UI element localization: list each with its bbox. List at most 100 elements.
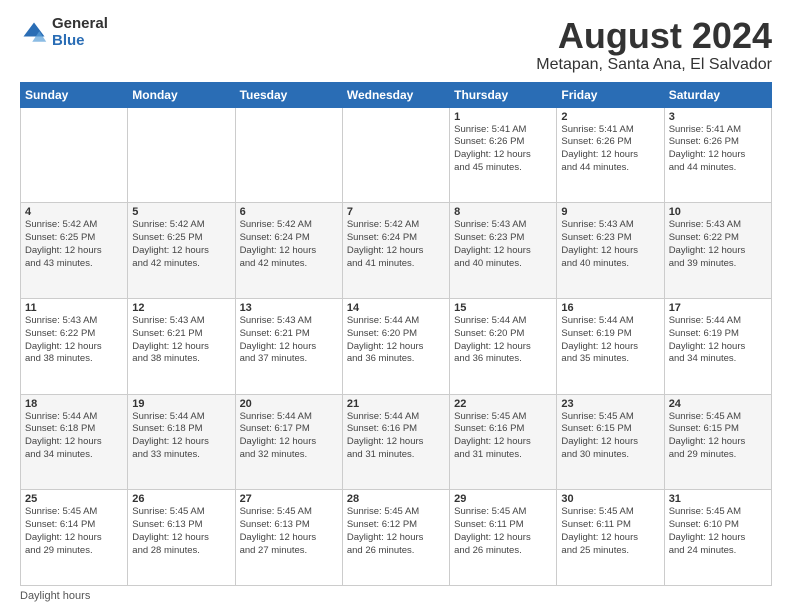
day-info: Sunrise: 5:41 AMSunset: 6:26 PMDaylight:… [561,124,659,175]
day-header-saturday: Saturday [664,82,771,107]
calendar-week-1: 1Sunrise: 5:41 AMSunset: 6:26 PMDaylight… [21,107,772,203]
calendar-cell: 5Sunrise: 5:42 AMSunset: 6:25 PMDaylight… [128,203,235,299]
day-number: 2 [561,111,659,123]
day-number: 1 [454,111,552,123]
day-number: 4 [25,206,123,218]
day-info: Sunrise: 5:42 AMSunset: 6:24 PMDaylight:… [347,219,445,270]
day-info: Sunrise: 5:42 AMSunset: 6:24 PMDaylight:… [240,219,338,270]
calendar-title: August 2024 [536,16,772,56]
day-number: 6 [240,206,338,218]
day-number: 30 [561,493,659,505]
day-number: 3 [669,111,767,123]
calendar-cell: 14Sunrise: 5:44 AMSunset: 6:20 PMDayligh… [342,298,449,394]
day-number: 17 [669,302,767,314]
calendar-cell: 13Sunrise: 5:43 AMSunset: 6:21 PMDayligh… [235,298,342,394]
day-info: Sunrise: 5:43 AMSunset: 6:23 PMDaylight:… [561,219,659,270]
day-number: 28 [347,493,445,505]
day-number: 24 [669,398,767,410]
day-number: 31 [669,493,767,505]
day-number: 21 [347,398,445,410]
logo-icon [20,19,48,47]
calendar-table: SundayMondayTuesdayWednesdayThursdayFrid… [20,82,772,586]
calendar-week-5: 25Sunrise: 5:45 AMSunset: 6:14 PMDayligh… [21,490,772,586]
calendar-cell: 19Sunrise: 5:44 AMSunset: 6:18 PMDayligh… [128,394,235,490]
calendar-cell [342,107,449,203]
day-number: 7 [347,206,445,218]
calendar-cell: 30Sunrise: 5:45 AMSunset: 6:11 PMDayligh… [557,490,664,586]
calendar-cell: 22Sunrise: 5:45 AMSunset: 6:16 PMDayligh… [450,394,557,490]
day-header-wednesday: Wednesday [342,82,449,107]
day-info: Sunrise: 5:44 AMSunset: 6:18 PMDaylight:… [25,411,123,462]
day-info: Sunrise: 5:42 AMSunset: 6:25 PMDaylight:… [132,219,230,270]
footer-note: Daylight hours [20,590,772,602]
day-header-thursday: Thursday [450,82,557,107]
calendar-cell [21,107,128,203]
page: General Blue August 2024 Metapan, Santa … [0,0,792,612]
day-info: Sunrise: 5:44 AMSunset: 6:19 PMDaylight:… [669,315,767,366]
day-number: 9 [561,206,659,218]
calendar-header-row: SundayMondayTuesdayWednesdayThursdayFrid… [21,82,772,107]
day-number: 5 [132,206,230,218]
day-number: 25 [25,493,123,505]
day-info: Sunrise: 5:45 AMSunset: 6:12 PMDaylight:… [347,506,445,557]
day-number: 20 [240,398,338,410]
calendar-cell: 4Sunrise: 5:42 AMSunset: 6:25 PMDaylight… [21,203,128,299]
day-info: Sunrise: 5:45 AMSunset: 6:10 PMDaylight:… [669,506,767,557]
title-block: August 2024 Metapan, Santa Ana, El Salva… [536,16,772,74]
calendar-cell [128,107,235,203]
day-info: Sunrise: 5:44 AMSunset: 6:17 PMDaylight:… [240,411,338,462]
calendar-cell: 25Sunrise: 5:45 AMSunset: 6:14 PMDayligh… [21,490,128,586]
day-number: 19 [132,398,230,410]
calendar-week-2: 4Sunrise: 5:42 AMSunset: 6:25 PMDaylight… [21,203,772,299]
day-number: 8 [454,206,552,218]
day-info: Sunrise: 5:41 AMSunset: 6:26 PMDaylight:… [669,124,767,175]
calendar-cell: 17Sunrise: 5:44 AMSunset: 6:19 PMDayligh… [664,298,771,394]
day-info: Sunrise: 5:43 AMSunset: 6:22 PMDaylight:… [669,219,767,270]
calendar-cell: 8Sunrise: 5:43 AMSunset: 6:23 PMDaylight… [450,203,557,299]
day-header-friday: Friday [557,82,664,107]
day-number: 22 [454,398,552,410]
day-info: Sunrise: 5:43 AMSunset: 6:22 PMDaylight:… [25,315,123,366]
day-number: 23 [561,398,659,410]
calendar-cell: 9Sunrise: 5:43 AMSunset: 6:23 PMDaylight… [557,203,664,299]
day-number: 15 [454,302,552,314]
calendar-cell: 21Sunrise: 5:44 AMSunset: 6:16 PMDayligh… [342,394,449,490]
calendar-week-3: 11Sunrise: 5:43 AMSunset: 6:22 PMDayligh… [21,298,772,394]
day-number: 27 [240,493,338,505]
day-info: Sunrise: 5:44 AMSunset: 6:19 PMDaylight:… [561,315,659,366]
calendar-cell: 20Sunrise: 5:44 AMSunset: 6:17 PMDayligh… [235,394,342,490]
calendar-subtitle: Metapan, Santa Ana, El Salvador [536,56,772,74]
day-info: Sunrise: 5:45 AMSunset: 6:11 PMDaylight:… [561,506,659,557]
calendar-cell: 3Sunrise: 5:41 AMSunset: 6:26 PMDaylight… [664,107,771,203]
day-info: Sunrise: 5:44 AMSunset: 6:16 PMDaylight:… [347,411,445,462]
day-info: Sunrise: 5:41 AMSunset: 6:26 PMDaylight:… [454,124,552,175]
day-header-monday: Monday [128,82,235,107]
day-info: Sunrise: 5:45 AMSunset: 6:13 PMDaylight:… [240,506,338,557]
logo-blue: Blue [52,33,108,50]
day-number: 16 [561,302,659,314]
calendar-week-4: 18Sunrise: 5:44 AMSunset: 6:18 PMDayligh… [21,394,772,490]
day-number: 13 [240,302,338,314]
calendar-cell: 11Sunrise: 5:43 AMSunset: 6:22 PMDayligh… [21,298,128,394]
day-info: Sunrise: 5:45 AMSunset: 6:15 PMDaylight:… [561,411,659,462]
calendar-cell: 28Sunrise: 5:45 AMSunset: 6:12 PMDayligh… [342,490,449,586]
calendar-cell: 27Sunrise: 5:45 AMSunset: 6:13 PMDayligh… [235,490,342,586]
calendar-cell: 16Sunrise: 5:44 AMSunset: 6:19 PMDayligh… [557,298,664,394]
logo: General Blue [20,16,108,49]
day-info: Sunrise: 5:43 AMSunset: 6:23 PMDaylight:… [454,219,552,270]
calendar-cell: 10Sunrise: 5:43 AMSunset: 6:22 PMDayligh… [664,203,771,299]
day-info: Sunrise: 5:43 AMSunset: 6:21 PMDaylight:… [240,315,338,366]
day-info: Sunrise: 5:42 AMSunset: 6:25 PMDaylight:… [25,219,123,270]
day-info: Sunrise: 5:44 AMSunset: 6:20 PMDaylight:… [347,315,445,366]
day-number: 29 [454,493,552,505]
day-number: 14 [347,302,445,314]
calendar-cell [235,107,342,203]
calendar-cell: 31Sunrise: 5:45 AMSunset: 6:10 PMDayligh… [664,490,771,586]
day-info: Sunrise: 5:43 AMSunset: 6:21 PMDaylight:… [132,315,230,366]
logo-general: General [52,16,108,33]
logo-text: General Blue [52,16,108,49]
day-info: Sunrise: 5:44 AMSunset: 6:18 PMDaylight:… [132,411,230,462]
day-number: 10 [669,206,767,218]
calendar-cell: 7Sunrise: 5:42 AMSunset: 6:24 PMDaylight… [342,203,449,299]
day-number: 26 [132,493,230,505]
